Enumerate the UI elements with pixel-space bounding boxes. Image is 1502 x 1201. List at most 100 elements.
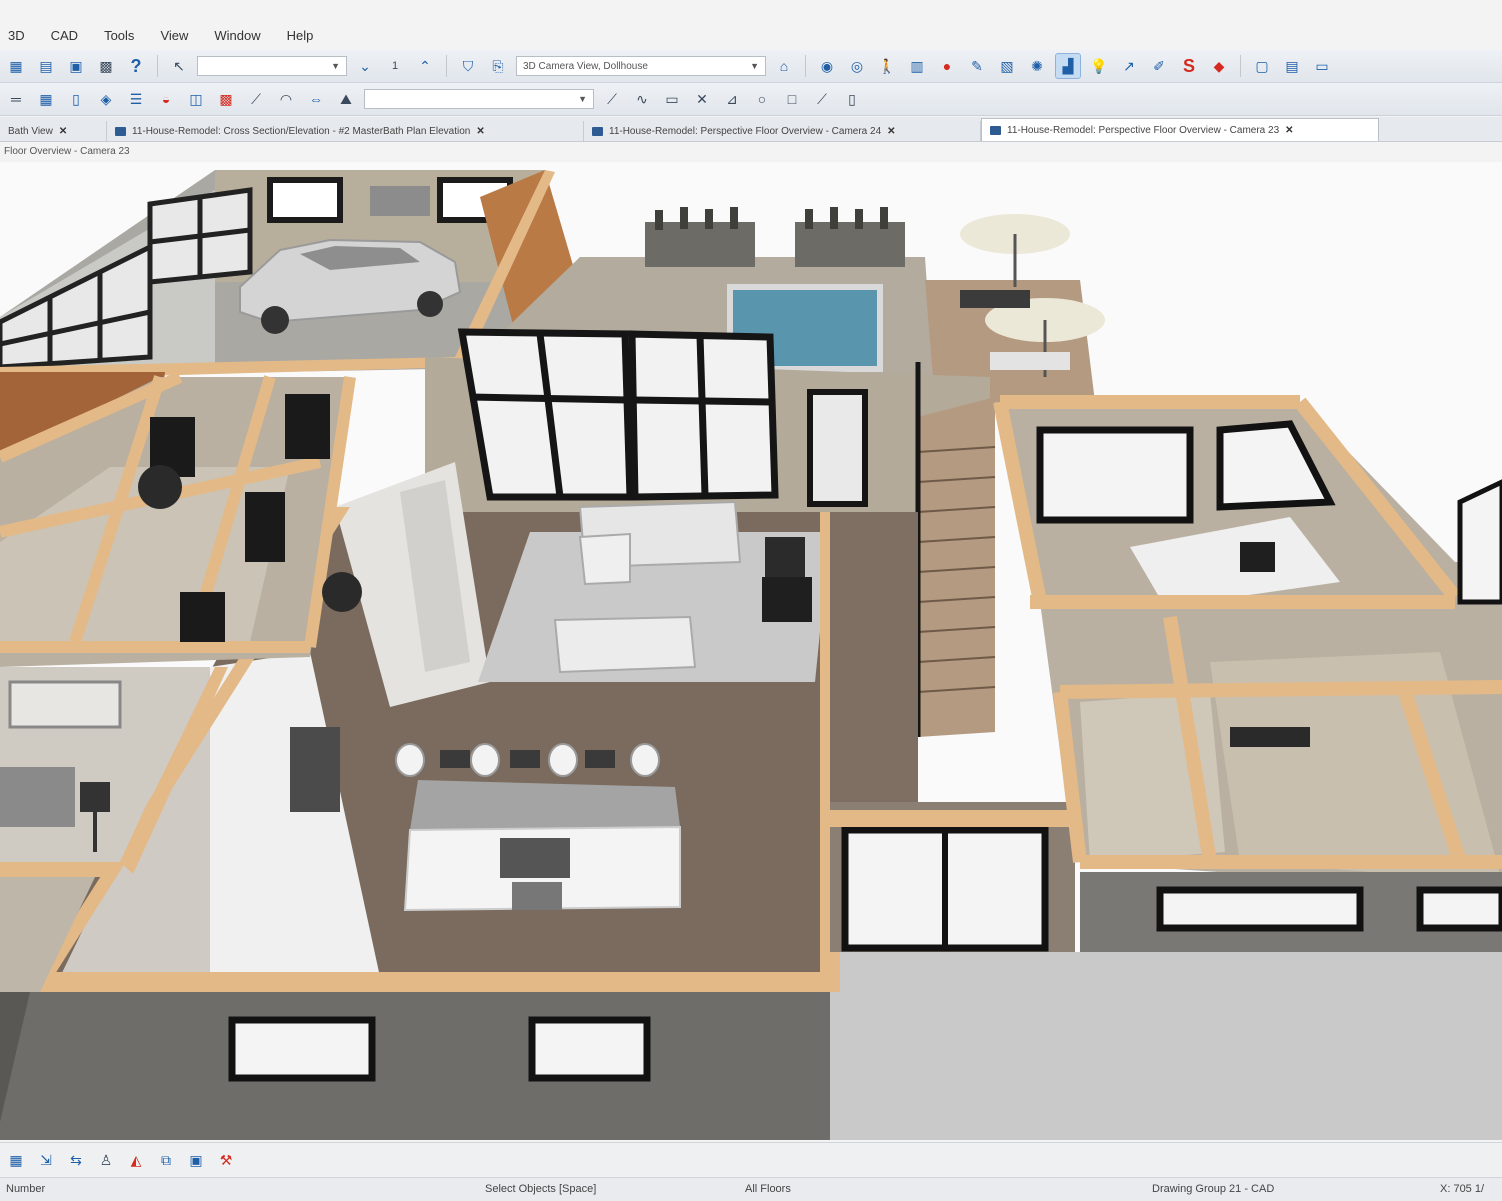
menu-help[interactable]: Help (287, 28, 314, 43)
status-group: Drawing Group 21 - CAD (1152, 1183, 1275, 1195)
view-mode-icon[interactable]: ▟ (1055, 53, 1081, 79)
layers-icon[interactable]: ▣ (64, 54, 88, 78)
tape-icon[interactable]: ↗ (1117, 54, 1141, 78)
window-icon[interactable]: ▢ (1250, 54, 1274, 78)
tab-camera-23[interactable]: 11-House-Remodel: Perspective Floor Over… (981, 118, 1379, 141)
close-icon[interactable]: ✕ (59, 126, 67, 137)
menu-tools[interactable]: Tools (104, 28, 134, 43)
door-icon[interactable]: ▯ (64, 87, 88, 111)
dimension-icon[interactable]: ⇔ (304, 87, 328, 111)
section-icon[interactable]: ▥ (905, 54, 929, 78)
tab-label: 11-House-Remodel: Perspective Floor Over… (609, 125, 882, 137)
curve-icon[interactable]: ∿ (630, 87, 654, 111)
grid-icon[interactable]: ▦ (4, 1148, 28, 1172)
eyedropper-icon[interactable]: ✐ (1147, 54, 1171, 78)
window-tool-icon[interactable]: ◈ (94, 87, 118, 111)
camera-person-icon[interactable]: ◉ (815, 54, 839, 78)
shield-icon[interactable]: ⛉ (456, 54, 480, 78)
print-icon[interactable]: ▤ (34, 54, 58, 78)
light-icon[interactable]: 💡 (1087, 54, 1111, 78)
chart-icon[interactable]: ⟋ (810, 87, 834, 111)
refrigerator (290, 727, 340, 812)
library-icon[interactable]: ▩ (94, 54, 118, 78)
sun-icon[interactable]: ✺ (1025, 54, 1049, 78)
staircase (915, 362, 996, 737)
toolbar-separator (446, 55, 447, 77)
box-icon[interactable]: ▭ (660, 87, 684, 111)
tile-icon[interactable]: ▤ (1280, 54, 1304, 78)
tab-label: Bath View (8, 125, 53, 137)
save-icon[interactable]: ▦ (4, 54, 28, 78)
circle-icon[interactable]: ○ (750, 87, 774, 111)
back-door (807, 389, 868, 507)
select-icon[interactable]: ↖ (167, 54, 191, 78)
cabinet-icon[interactable]: ▦ (34, 87, 58, 111)
dollhouse-icon[interactable]: ⌂ (772, 54, 796, 78)
person-icon[interactable]: 🚶 (875, 54, 899, 78)
right-window (1416, 886, 1502, 932)
menu-window[interactable]: Window (214, 28, 260, 43)
sunburst-mirror (322, 572, 362, 612)
floor-vents (440, 750, 615, 768)
status-bar: Number Select Objects [Space] All Floors… (0, 1177, 1502, 1201)
wall-icon[interactable]: ═ (4, 87, 28, 111)
tab-bath-view[interactable]: Bath View ✕ (0, 121, 107, 141)
menu-cad[interactable]: CAD (51, 28, 78, 43)
box-select-icon[interactable]: ▣ (184, 1148, 208, 1172)
close-icon[interactable]: ✕ (1285, 125, 1293, 136)
close-icon[interactable]: ✕ (887, 126, 895, 137)
sunburst-mirror (138, 465, 182, 509)
camera-icon[interactable]: ⎘ (486, 54, 510, 78)
arrows-icon[interactable]: ⇆ (64, 1148, 88, 1172)
status-floor: All Floors (745, 1183, 791, 1195)
polyline-icon[interactable]: ⟋ (600, 87, 624, 111)
tab-cross-section[interactable]: 11-House-Remodel: Cross Section/Elevatio… (107, 121, 584, 141)
record-icon[interactable]: ● (935, 54, 959, 78)
layer-combo[interactable]: ▼ (197, 56, 347, 76)
text-icon[interactable]: ⛰ (334, 87, 358, 111)
down-arrow-icon[interactable]: ⌄ (353, 54, 377, 78)
fixture-icon[interactable]: ◫ (184, 87, 208, 111)
export-icon[interactable]: ▭ (1310, 54, 1334, 78)
help-icon[interactable]: ? (124, 54, 148, 78)
texture-icon[interactable]: ▩ (214, 87, 238, 111)
square-icon[interactable]: □ (780, 87, 804, 111)
measure-icon[interactable]: ⊿ (720, 87, 744, 111)
snap-icon[interactable]: ▯ (840, 87, 864, 111)
camera-view-label: 3D Camera View, Dollhouse (523, 60, 648, 72)
camera-view-combo[interactable]: 3D Camera View, Dollhouse ▼ (516, 56, 766, 76)
roof-icon[interactable]: ◒ (154, 87, 178, 111)
person-icon[interactable]: ♙ (94, 1148, 118, 1172)
up-arrow-icon[interactable]: ⌃ (413, 54, 437, 78)
hall-floor (830, 512, 918, 802)
arc-icon[interactable]: ◠ (274, 87, 298, 111)
snap-icon[interactable]: ⇲ (34, 1148, 58, 1172)
materials-icon[interactable]: ▧ (995, 54, 1019, 78)
close-icon[interactable]: ✕ (476, 126, 484, 137)
eraser-icon[interactable]: ◆ (1207, 54, 1231, 78)
tools-icon[interactable]: ⚒ (214, 1148, 238, 1172)
menu-3d[interactable]: 3D (8, 28, 25, 43)
driveway (830, 952, 1502, 1140)
build-toolbar: ═ ▦ ▯ ◈ ☰ ◒ ◫ ▩ ⟋ ◠ ⇔ ⛰ ▼ ⟋ ∿ ▭ ✕ ⊿ ○ □ … (0, 83, 1502, 116)
menu-view[interactable]: View (160, 28, 188, 43)
paint-icon[interactable]: ✎ (965, 54, 989, 78)
tab-camera-24[interactable]: 11-House-Remodel: Perspective Floor Over… (584, 121, 981, 141)
front-window (228, 1016, 376, 1082)
3d-dollhouse-view[interactable] (0, 162, 1502, 1140)
camera-icon (592, 126, 603, 136)
dollar-icon[interactable]: S (1177, 54, 1201, 78)
layer-icon[interactable]: ◭ (124, 1148, 148, 1172)
view-tab-bar: Bath View ✕ 11-House-Remodel: Cross Sect… (0, 117, 1502, 142)
status-hint: Select Objects [Space] (485, 1183, 597, 1195)
wall-cap (30, 972, 840, 992)
walkthrough-icon[interactable]: ◎ (845, 54, 869, 78)
object-combo[interactable]: ▼ (364, 89, 594, 109)
copy-icon[interactable]: ⧉ (154, 1148, 178, 1172)
sofa-front (553, 615, 697, 674)
stairs-icon[interactable]: ☰ (124, 87, 148, 111)
side-table (762, 577, 812, 622)
line-icon[interactable]: ⟋ (244, 87, 268, 111)
cross-icon[interactable]: ✕ (690, 87, 714, 111)
tab-label: 11-House-Remodel: Cross Section/Elevatio… (132, 125, 471, 137)
